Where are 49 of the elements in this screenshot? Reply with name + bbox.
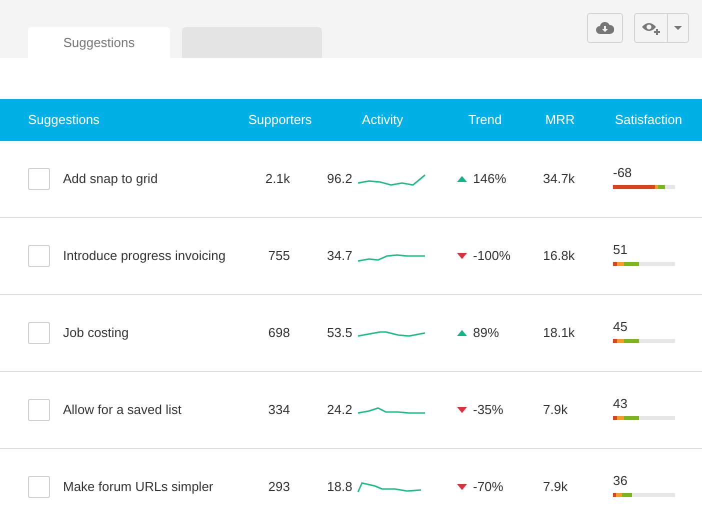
suggestion-title: Introduce progress invoicing: [63, 247, 226, 266]
column-header: Supporters: [247, 111, 313, 130]
trend-value: -70%: [473, 478, 504, 496]
column-header: MRR: [544, 111, 576, 130]
mrr-value: 7.9k: [543, 479, 568, 494]
supporters-count: 334: [268, 401, 290, 420]
activity-value: 24.2: [327, 401, 352, 420]
mrr-value: 16.8k: [543, 248, 575, 264]
activity-value: 18.8: [327, 478, 352, 496]
column-header: Suggestions: [27, 111, 101, 130]
suggestion-title: Allow for a saved list: [63, 401, 182, 420]
tab[interactable]: [182, 27, 322, 58]
cloud-download-icon: [596, 21, 614, 35]
satisfaction-score: 45: [613, 318, 628, 336]
supporters-count: 293: [268, 478, 290, 496]
mrr-value: 7.9k: [543, 402, 568, 418]
suggestion-title: Make forum URLs simpler: [63, 478, 214, 496]
satisfaction-score: 36: [613, 472, 628, 490]
checkbox[interactable]: [28, 322, 50, 344]
checkbox[interactable]: [28, 399, 50, 421]
activity-value: 96.2: [327, 170, 352, 188]
column-header: Satisfaction: [614, 111, 684, 130]
trend-value: 146%: [473, 170, 506, 188]
checkbox[interactable]: [28, 168, 50, 190]
supporters-count: 755: [268, 247, 290, 266]
download-button[interactable]: [587, 13, 623, 43]
satisfaction-score: 51: [613, 241, 628, 260]
checkbox[interactable]: [28, 245, 50, 267]
trend-value: -35%: [473, 401, 504, 420]
trend-value: 89%: [473, 324, 500, 342]
mrr-value: 18.1k: [543, 325, 575, 340]
suggestion-title: Job costing: [63, 324, 129, 342]
caret-icon: [674, 26, 682, 30]
activity-value: 53.5: [327, 324, 352, 342]
mrr-value: 34.7k: [543, 171, 575, 186]
checkbox[interactable]: [28, 476, 50, 498]
tab[interactable]: Suggestions: [28, 27, 170, 58]
suggestion-title: Add snap to grid: [63, 170, 158, 188]
trend-value: -100%: [473, 247, 511, 266]
sparkline: [357, 172, 428, 186]
eye-plus-icon: [641, 21, 661, 35]
column-header: Activity: [360, 111, 404, 130]
satisfaction-score: 43: [613, 395, 628, 414]
supporters-count: 698: [268, 324, 290, 342]
supporters-count: 2.1k: [265, 170, 290, 188]
satisfaction-score: -68: [613, 164, 633, 182]
activity-value: 34.7: [327, 247, 352, 266]
column-header: Trend: [467, 111, 503, 130]
watch-split-button[interactable]: [634, 13, 689, 43]
